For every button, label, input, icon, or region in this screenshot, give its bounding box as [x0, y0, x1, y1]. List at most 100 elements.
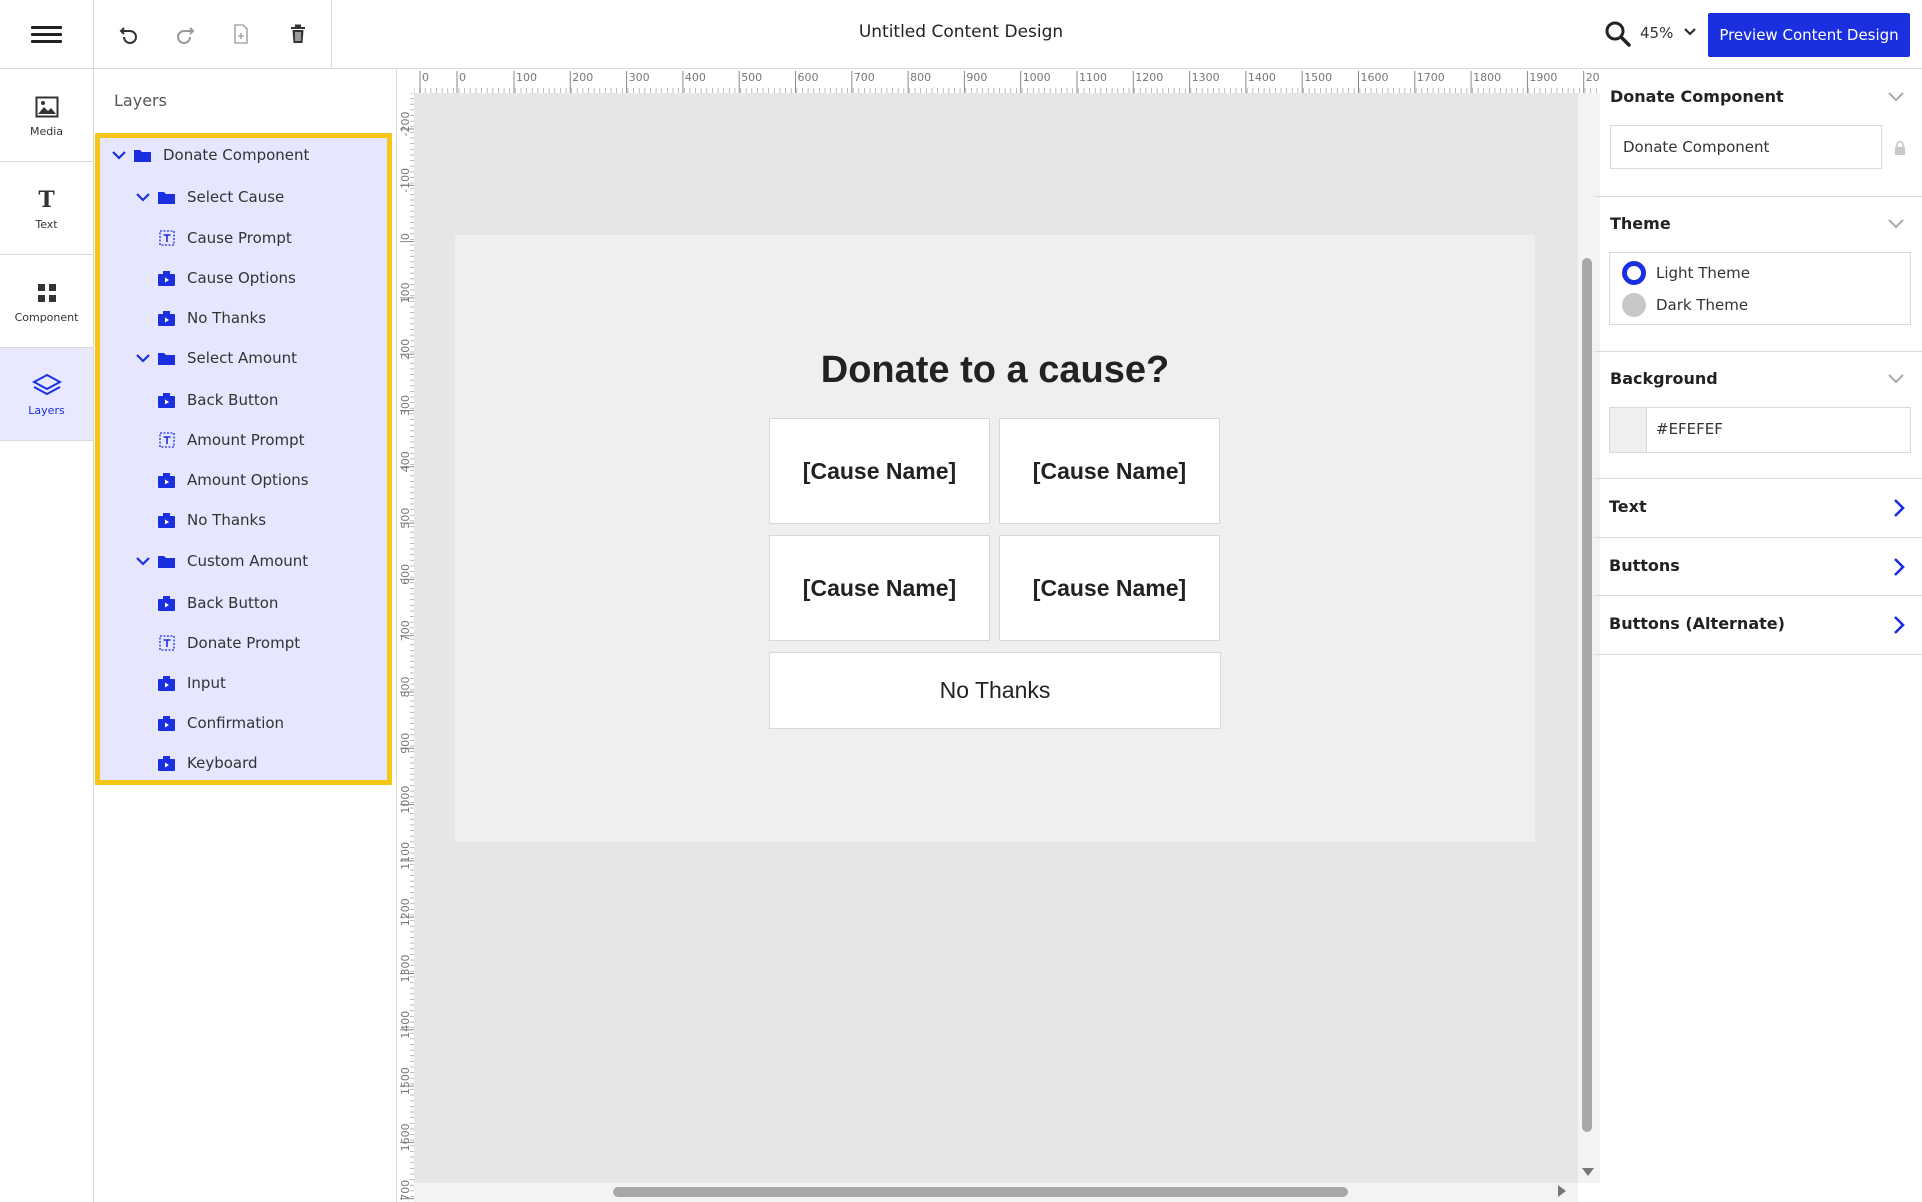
chevron-down-icon[interactable]: [134, 188, 152, 206]
section-divider: [1595, 478, 1922, 479]
radio-unselected-icon[interactable]: [1622, 293, 1646, 317]
theme-option-dark[interactable]: Dark Theme: [1622, 293, 1748, 317]
layer-label: Donate Prompt: [187, 634, 301, 652]
ruler-vertical: -200 -100 0 100 200 300 400 500 600 700 800 900 1000…: [397, 93, 415, 1202]
theme-section-title: Theme: [1610, 214, 1671, 233]
background-color-field[interactable]: [1609, 407, 1911, 453]
ruler-label: 100: [399, 282, 412, 303]
buttons-section-link[interactable]: Buttons: [1609, 556, 1680, 575]
artboard[interactable]: [455, 235, 1535, 842]
no-thanks-button[interactable]: No Thanks: [769, 652, 1221, 729]
layer-folder[interactable]: Select Cause: [134, 180, 284, 214]
background-color-value[interactable]: #EFEFEF: [1656, 420, 1723, 438]
ruler-label: 300: [399, 395, 412, 416]
cause-option-card[interactable]: [Cause Name]: [999, 535, 1220, 641]
ruler-label: 900: [399, 733, 412, 754]
cause-option-card[interactable]: [Cause Name]: [999, 418, 1220, 524]
layer-label: Back Button: [187, 391, 279, 409]
layer-label: Select Amount: [187, 349, 297, 367]
layer-label: Amount Prompt: [187, 431, 305, 449]
layer-label: Back Button: [187, 594, 279, 612]
layer-item[interactable]: Back Button: [158, 383, 278, 417]
undo-icon[interactable]: [112, 17, 146, 51]
headline-text[interactable]: Donate to a cause?: [455, 349, 1535, 392]
ruler-label: 1100: [399, 842, 412, 870]
theme-option-label: Light Theme: [1656, 264, 1750, 282]
layer-label: Donate Component: [163, 146, 310, 164]
ruler-label: 200: [399, 339, 412, 360]
background-color-swatch[interactable]: [1610, 408, 1647, 452]
ruler-label: 1400: [1248, 71, 1276, 84]
section-divider: [1595, 595, 1922, 596]
folder-icon: [158, 189, 175, 205]
chevron-down-icon[interactable]: [1886, 213, 1906, 233]
layer-item[interactable]: Input: [158, 666, 226, 700]
cause-option-card[interactable]: [Cause Name]: [769, 535, 990, 641]
redo-icon[interactable]: [168, 17, 202, 51]
layer-item[interactable]: Amount Options: [158, 463, 309, 497]
chevron-right-icon[interactable]: [1890, 556, 1908, 578]
layer-item[interactable]: Amount Prompt: [158, 423, 305, 457]
image-icon: [35, 93, 59, 121]
search-icon[interactable]: [1604, 20, 1632, 48]
component-name-input[interactable]: [1610, 125, 1882, 169]
ruler-label: 1600: [399, 1123, 412, 1151]
component-icon: [158, 512, 175, 528]
ruler-label: 1800: [1473, 71, 1501, 84]
layer-folder[interactable]: Custom Amount: [134, 544, 308, 578]
buttons-alternate-section-link[interactable]: Buttons (Alternate): [1609, 614, 1785, 633]
text-layer-icon: [158, 432, 175, 448]
layer-folder[interactable]: Select Amount: [134, 341, 297, 375]
vertical-scroll-thumb[interactable]: [1582, 258, 1592, 1132]
ruler-label: 400: [399, 451, 412, 472]
chevron-right-icon[interactable]: [1890, 614, 1908, 636]
horizontal-scroll-thumb[interactable]: [613, 1187, 1348, 1197]
cause-option-card[interactable]: [Cause Name]: [769, 418, 990, 524]
chevron-down-icon[interactable]: [110, 146, 128, 164]
folder-icon: [134, 147, 151, 163]
chevron-down-icon[interactable]: [1886, 86, 1906, 106]
ruler-label: 1900: [1529, 71, 1557, 84]
scroll-down-icon[interactable]: [1582, 1168, 1594, 1176]
layer-item[interactable]: No Thanks: [158, 301, 266, 335]
section-divider: [1595, 351, 1922, 352]
rail-item-media[interactable]: Media: [0, 69, 93, 162]
ruler-label: 0: [422, 71, 429, 84]
trash-icon[interactable]: [281, 17, 315, 51]
text-section-link[interactable]: Text: [1609, 497, 1647, 516]
theme-option-label: Dark Theme: [1656, 296, 1749, 314]
chevron-down-icon[interactable]: [1886, 368, 1906, 388]
layer-item[interactable]: Donate Prompt: [158, 626, 300, 660]
ruler-label: -100: [399, 168, 412, 193]
chevron-down-icon[interactable]: [134, 552, 152, 570]
layer-item[interactable]: Confirmation: [158, 706, 284, 740]
layers-title: Layers: [114, 91, 167, 110]
layer-item[interactable]: Back Button: [158, 586, 278, 620]
ruler-label: 1100: [1079, 71, 1107, 84]
ruler-label: 1600: [1361, 71, 1389, 84]
layer-folder[interactable]: Donate Component: [110, 138, 309, 172]
chevron-right-icon[interactable]: [1890, 497, 1908, 519]
rail-item-layers[interactable]: Layers: [0, 348, 93, 441]
tool-rail: Media T Text Component Layers: [0, 69, 94, 1202]
theme-option-light[interactable]: Light Theme: [1622, 261, 1750, 285]
folder-icon: [158, 553, 175, 569]
preview-button[interactable]: Preview Content Design: [1708, 13, 1910, 57]
component-icon: [158, 755, 175, 771]
menu-icon[interactable]: [0, 0, 94, 69]
rail-item-text[interactable]: T Text: [0, 162, 93, 255]
rail-label-component: Component: [14, 310, 79, 324]
chevron-down-icon[interactable]: [1683, 24, 1697, 38]
layer-item[interactable]: No Thanks: [158, 503, 266, 537]
ruler-label: 1000: [1023, 71, 1051, 84]
layer-item[interactable]: Keyboard: [158, 746, 258, 780]
radio-selected-icon[interactable]: [1622, 261, 1646, 285]
rail-item-component[interactable]: Component: [0, 255, 93, 348]
layer-item[interactable]: Cause Options: [158, 261, 296, 295]
component-icon: [158, 715, 175, 731]
chevron-down-icon[interactable]: [134, 349, 152, 367]
scroll-right-icon[interactable]: [1558, 1185, 1566, 1197]
layer-item[interactable]: Cause Prompt: [158, 221, 292, 255]
zoom-level[interactable]: 45%: [1640, 24, 1673, 42]
duplicate-icon[interactable]: [224, 17, 258, 51]
